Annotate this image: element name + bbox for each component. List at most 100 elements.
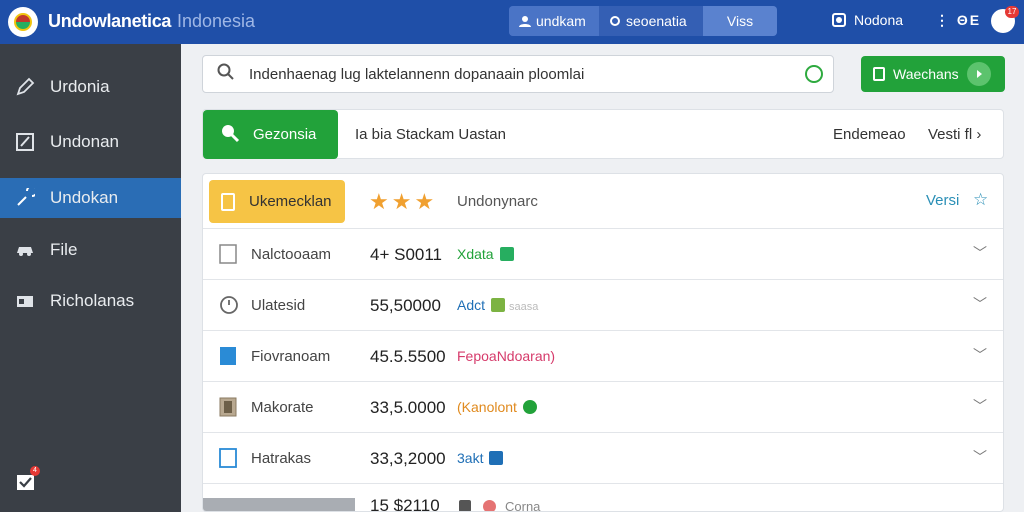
segment-control: undkam seoenatia Viss [509, 6, 777, 36]
play-icon [967, 62, 991, 86]
user-icon [519, 16, 531, 27]
rating-stars[interactable]: ★★★ [369, 189, 437, 215]
row-name: Fiovranoam [251, 348, 331, 365]
row-tag-text: (Kanolont [457, 399, 517, 415]
top-bar: Undowlanetica Indonesia undkam seoenatia… [0, 0, 1024, 44]
user-square-icon [832, 13, 846, 27]
row-value: 33,5.0000 [370, 398, 446, 417]
car-icon [14, 239, 36, 261]
play-tag-icon [522, 400, 537, 414]
segment-seoenatia-label: seoenatia [626, 13, 687, 29]
table-row[interactable]: Hatrakas 33,3,2000 3akt ﹀ [203, 433, 1003, 484]
chevron-down-icon[interactable]: ﹀ [973, 396, 987, 416]
row-value: 33,3,2000 [370, 449, 446, 468]
inbox-icon[interactable]: 4 [16, 466, 40, 492]
dot-icon [483, 500, 496, 511]
user-name: Nodona [854, 12, 904, 28]
segment-undkam-label: undkam [536, 13, 586, 29]
app-subtitle: Indonesia [177, 11, 256, 31]
chevron-down-icon[interactable]: ﹀ [973, 447, 987, 467]
wrench-icon [14, 187, 36, 209]
sidebar-item-undokan[interactable]: Undokan [0, 178, 181, 218]
row-tag: (Kanolont [457, 399, 537, 415]
avatar[interactable]: 17 [991, 6, 1019, 33]
toolbar-green-button[interactable]: Gezonsia [203, 110, 338, 159]
document-icon [873, 67, 885, 81]
id-card-icon [14, 290, 36, 312]
sidebar-item-label: File [50, 240, 78, 259]
notification-badge: 17 [1005, 6, 1019, 18]
row-value: 55,50000 [370, 296, 441, 315]
row-name: Ulatesid [251, 297, 306, 314]
square-blue-icon [219, 346, 237, 366]
column-header[interactable]: Undonynarc [457, 193, 538, 210]
sidebar-item-urdonia[interactable]: Urdonia [0, 67, 181, 107]
chart-tag-icon [491, 298, 506, 312]
row-tag-text: Adct [457, 297, 486, 313]
app-title: Undowlanetica [48, 11, 172, 31]
row-tag: 3akt [457, 450, 504, 466]
calendar-icon [459, 500, 471, 511]
toolbar-button-label: Gezonsia [253, 126, 317, 143]
sidebar-item-richolanas[interactable]: Richolanas [0, 281, 181, 321]
row-tag-text: 3akt [457, 450, 484, 466]
document-icon [14, 131, 36, 153]
search-icon [217, 63, 235, 86]
check-tag-icon [499, 247, 514, 261]
table-row[interactable]: Ulatesid 55,50000 Adct saasa ﹀ [203, 280, 1003, 331]
chevron-down-icon[interactable]: ﹀ [973, 345, 987, 365]
clock-icon [219, 295, 238, 315]
favorite-star-icon[interactable]: ☆ [973, 190, 988, 210]
search-input[interactable]: Indenhaenag lug laktelannenn dopanaain p… [249, 66, 805, 83]
row-tag: Xdata [457, 246, 514, 262]
table-row[interactable]: Nalctooaam 4+ S0011 Xdata ﹀ [203, 229, 1003, 280]
sidebar-item-label: Richolanas [50, 291, 135, 310]
toolbar-version-dropdown[interactable]: Vesti fl › [928, 126, 981, 143]
chevron-down-icon[interactable]: ﹀ [973, 294, 987, 314]
segment-viss-label: Viss [726, 13, 754, 29]
toolbar-filter[interactable]: Endemeao [833, 126, 906, 143]
table-row[interactable]: Makorate 33,5.0000 (Kanolont ﹀ [203, 382, 1003, 433]
pen-icon [14, 76, 36, 98]
pin-icon [219, 122, 241, 148]
clipboard-icon [221, 192, 235, 211]
sidebar-item-label: Undokan [50, 188, 119, 207]
table-header: Ukemecklan ★★★ Undonynarc Versi ☆ [203, 174, 1003, 229]
data-table: Ukemecklan ★★★ Undonynarc Versi ☆ Nalcto… [202, 173, 1004, 512]
sidebar-item-undonan[interactable]: Undonan [0, 122, 181, 162]
primary-action-button[interactable]: Waechans [861, 56, 1005, 92]
segment-seoenatia[interactable]: seoenatia [599, 6, 703, 36]
header-chip[interactable]: Ukemecklan [209, 180, 345, 223]
apps-menu-icon[interactable]: ⋮ ΘE [935, 12, 981, 29]
row-value: 45.5.5500 [370, 347, 446, 366]
table-row[interactable]: Fiovranoam 45.5.5500 FepoaNdoaran) ﹀ [203, 331, 1003, 382]
row-tag-text: FepoaNdoaran) [457, 348, 556, 364]
checkbox-icon[interactable] [219, 244, 237, 264]
segment-viss[interactable]: Viss [703, 6, 777, 36]
tablet-icon [219, 448, 237, 468]
row-name: Makorate [251, 399, 314, 416]
table-row[interactable]: 15 $2110 Corna [203, 496, 1003, 512]
row-value: 4+ S0011 [370, 245, 443, 264]
row-tag-extra: saasa [509, 301, 539, 313]
app-logo[interactable] [8, 7, 38, 37]
segment-undkam[interactable]: undkam [509, 6, 599, 36]
sidebar: Urdonia Undonan Undokan File Richolanas … [0, 44, 181, 512]
sidebar-item-label: Undonan [50, 132, 120, 151]
search-bar[interactable]: Indenhaenag lug laktelannenn dopanaain p… [202, 55, 834, 93]
chat-icon[interactable] [805, 65, 823, 83]
sidebar-item-file[interactable]: File [0, 230, 181, 270]
gear-icon [610, 16, 620, 26]
inbox-badge: 4 [30, 466, 40, 476]
toolbar: Gezonsia Ia bia Stackam Uastan Endemeao … [202, 109, 1004, 159]
header-chip-label: Ukemecklan [249, 193, 332, 210]
versi-link[interactable]: Versi [926, 192, 959, 209]
chevron-down-icon[interactable]: ﹀ [973, 243, 987, 263]
cube-tag-icon [489, 451, 504, 465]
book-icon [219, 397, 237, 417]
row-name: Hatrakas [251, 450, 312, 467]
row-tag-text: Corna [505, 499, 541, 512]
row-value: 15 $2110 [370, 496, 440, 512]
row-tag: FepoaNdoaran) [457, 348, 555, 364]
user-menu[interactable]: Nodona [832, 12, 903, 28]
